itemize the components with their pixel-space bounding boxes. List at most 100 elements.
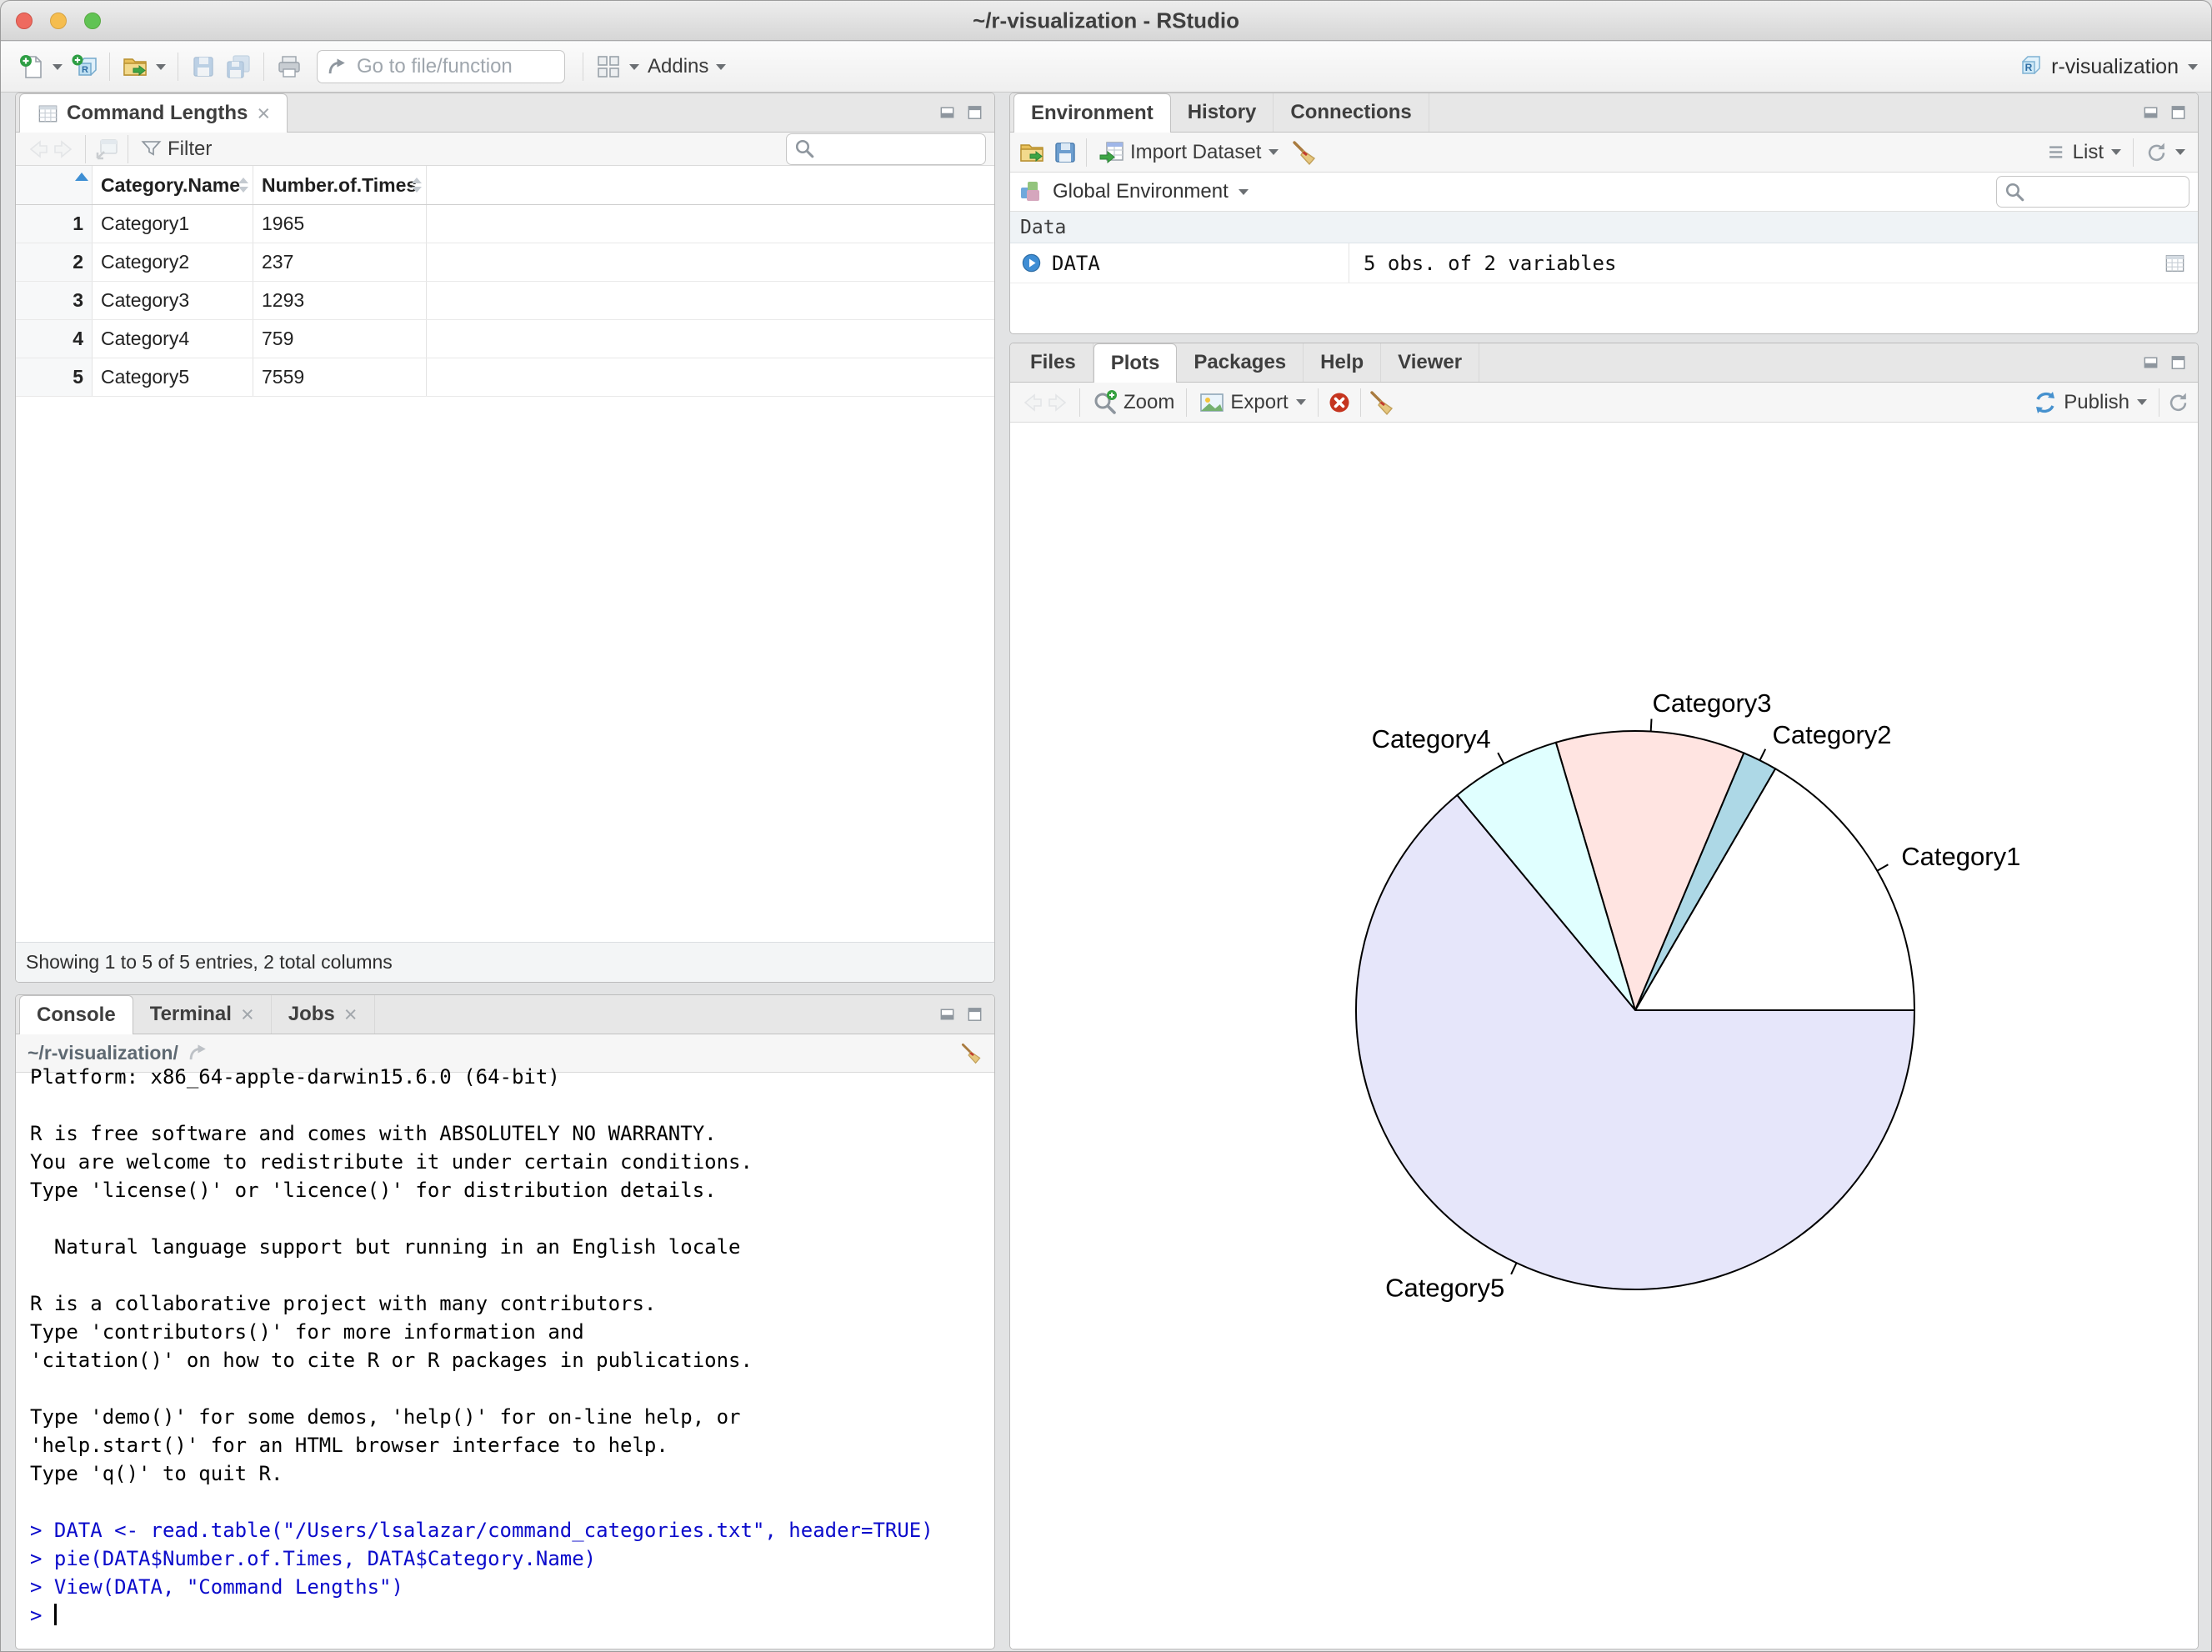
console-panel: Console Terminal × Jobs × ~/r-visualizatio… [15, 994, 995, 1649]
tab-console[interactable]: Console [19, 995, 133, 1034]
environment-search-box[interactable] [1996, 176, 2189, 208]
expand-object-icon[interactable] [1020, 252, 1043, 274]
viewer-search-box[interactable] [786, 133, 986, 165]
close-icon[interactable]: × [257, 101, 270, 127]
tab-connections[interactable]: Connections [1274, 93, 1429, 132]
close-icon[interactable]: × [241, 1002, 254, 1028]
console-output-line: Natural language support but running in … [30, 1235, 741, 1259]
minimize-pane-icon[interactable] [938, 103, 957, 123]
tab-packages[interactable]: Packages [1177, 343, 1304, 382]
next-plot-icon[interactable] [1045, 389, 1072, 416]
minimize-window-button[interactable] [50, 13, 67, 29]
popout-window-icon[interactable] [93, 136, 120, 163]
save-all-button[interactable] [221, 51, 256, 83]
tab-files[interactable]: Files [1013, 343, 1093, 382]
zoom-window-button[interactable] [84, 13, 101, 29]
remove-plot-icon[interactable] [1326, 389, 1353, 416]
row-filler [427, 205, 994, 243]
table-row[interactable]: 5 Category5 7559 [16, 358, 994, 397]
table-status-text: Showing 1 to 5 of 5 entries, 2 total col… [26, 951, 393, 973]
close-window-button[interactable] [16, 13, 33, 29]
tab-viewer[interactable]: Viewer [1381, 343, 1480, 382]
import-dataset-button[interactable]: Import Dataset [1094, 137, 1283, 168]
refresh-environment-button[interactable] [2141, 138, 2189, 166]
print-button[interactable] [272, 51, 307, 83]
zoom-plot-button[interactable]: Zoom [1088, 387, 1179, 418]
environment-search-input[interactable] [2032, 179, 2182, 204]
goto-file-input[interactable] [355, 54, 556, 79]
row-number-header[interactable] [16, 166, 93, 204]
new-file-button[interactable] [14, 51, 67, 83]
close-icon[interactable]: × [344, 1002, 358, 1028]
filter-funnel-icon [140, 138, 163, 160]
export-plot-button[interactable]: Export [1194, 387, 1309, 418]
clear-plots-broom-icon[interactable] [1369, 389, 1395, 416]
console-cursor [53, 1604, 57, 1625]
row-filler [427, 320, 994, 358]
object-name: DATA [1052, 251, 1100, 275]
chevron-down-icon [2137, 399, 2147, 405]
load-workspace-folder-icon[interactable] [1018, 139, 1045, 166]
viewer-tabbar: Command Lengths × [16, 93, 994, 133]
number-of-times-cell: 1965 [253, 205, 427, 243]
minimize-pane-icon[interactable] [2141, 353, 2160, 373]
tab-help[interactable]: Help [1304, 343, 1382, 382]
new-file-icon [18, 53, 45, 80]
console-prompt[interactable]: > [30, 1601, 980, 1629]
viewer-table: Category.Name Number.of.Times 1 Category1… [16, 166, 994, 982]
new-project-button[interactable] [67, 51, 102, 83]
tab-plots[interactable]: Plots [1093, 343, 1178, 383]
console-output-line: Type 'demo()' for some demos, 'help()' f… [30, 1405, 741, 1429]
maximize-pane-icon[interactable] [2169, 103, 2188, 123]
tab-jobs[interactable]: Jobs × [272, 995, 375, 1034]
save-workspace-icon[interactable] [1052, 139, 1078, 166]
filter-button[interactable]: Filter [136, 135, 216, 163]
addins-button[interactable]: Addins [643, 53, 730, 81]
project-selector[interactable]: r-visualization [2018, 53, 2198, 80]
clear-environment-broom-icon[interactable] [1291, 139, 1318, 166]
open-folder-icon [122, 53, 148, 80]
back-icon[interactable] [24, 136, 51, 163]
import-dataset-label: Import Dataset [1130, 140, 1262, 163]
minimize-pane-icon[interactable] [938, 1005, 957, 1024]
forward-icon[interactable] [51, 136, 78, 163]
table-row[interactable]: 3 Category3 1293 [16, 282, 994, 320]
table-row[interactable]: 1 Category1 1965 [16, 205, 994, 243]
goto-directory-icon[interactable] [187, 1042, 209, 1064]
plots-toolbar: Zoom Export Publish [1010, 383, 2198, 423]
object-value: 5 obs. of 2 variables [1364, 251, 1617, 275]
table-row[interactable]: 4 Category4 759 [16, 320, 994, 358]
column-header-category-name[interactable]: Category.Name [93, 166, 253, 204]
refresh-icon[interactable] [2167, 391, 2189, 413]
environment-tabbar: Environment History Connections [1010, 93, 2198, 133]
tab-terminal[interactable]: Terminal × [133, 995, 272, 1034]
goto-file-box[interactable] [317, 50, 565, 83]
minimize-pane-icon[interactable] [2141, 103, 2160, 123]
view-table-icon[interactable] [2164, 252, 2186, 274]
maximize-pane-icon[interactable] [2169, 353, 2188, 373]
column-header-number-of-times[interactable]: Number.of.Times [253, 166, 427, 204]
tab-history[interactable]: History [1171, 93, 1274, 132]
open-file-button[interactable] [118, 51, 170, 83]
toolbar-separator [1317, 388, 1319, 417]
viewer-search-input[interactable] [822, 137, 978, 161]
maximize-pane-icon[interactable] [965, 103, 984, 123]
save-button[interactable] [186, 51, 221, 83]
sort-ascending-icon [75, 173, 88, 181]
pane-layout-button[interactable] [591, 51, 643, 83]
environment-object-row[interactable]: DATA 5 obs. of 2 variables [1010, 243, 2198, 283]
pie-label-Category5: Category5 [1385, 1274, 1504, 1303]
console-output[interactable]: Platform: x86_64-apple-darwin15.6.0 (64-… [16, 1063, 994, 1649]
tab-environment[interactable]: Environment [1013, 93, 1171, 133]
chevron-down-icon[interactable] [1238, 188, 1249, 195]
titlebar: ~/r-visualization - RStudio [1, 1, 2211, 41]
list-view-button[interactable]: List [2041, 138, 2125, 167]
tab-command-lengths[interactable]: Command Lengths × [19, 93, 288, 133]
table-row[interactable]: 2 Category2 237 [16, 243, 994, 282]
number-of-times-cell: 7559 [253, 358, 427, 396]
previous-plot-icon[interactable] [1018, 389, 1045, 416]
clear-console-broom-icon[interactable] [960, 1042, 983, 1064]
maximize-pane-icon[interactable] [965, 1005, 984, 1024]
publish-button[interactable]: Publish [2028, 387, 2151, 418]
